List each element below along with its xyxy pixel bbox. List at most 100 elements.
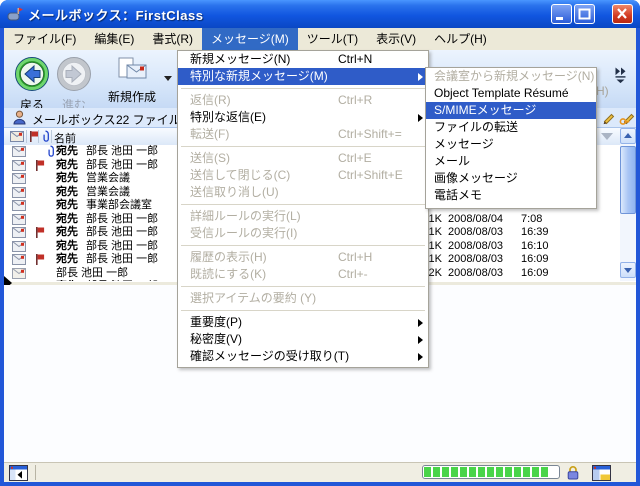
menu-message[interactable]: メッセージ(M) — [202, 28, 298, 50]
menu-item-mark-as-read: 既読にする(K) Ctrl+- — [178, 266, 428, 283]
message-time: 16:10 — [521, 240, 549, 253]
menu-item-label: 特別な返信(E) — [190, 110, 266, 124]
envelope-icon — [12, 214, 26, 225]
submenu-item-phone-memo[interactable]: 電話メモ — [426, 187, 596, 204]
menu-edit[interactable]: 編集(E) — [85, 28, 143, 50]
submenu-arrow-icon — [418, 73, 423, 81]
envelope-icon — [12, 268, 26, 279]
lock-icon — [566, 465, 580, 480]
menu-item-show-history: 履歴の表示(H) Ctrl+H — [178, 249, 428, 266]
envelope-icon — [12, 173, 26, 184]
forward-button: 進む — [54, 56, 94, 113]
menu-item-sensitivity[interactable]: 秘密度(V) — [178, 331, 428, 348]
message-time: 16:39 — [521, 226, 549, 239]
message-time: 7:08 — [521, 213, 542, 226]
recipient-label: 宛先 — [56, 253, 78, 266]
menu-item-run-receive-rules: 受信ルールの実行(I) — [178, 225, 428, 242]
menu-item-new-message[interactable]: 新規メッセージ(N) Ctrl+N — [178, 51, 428, 68]
flag-icon — [35, 227, 45, 238]
mailbox-icon — [7, 6, 23, 22]
recipient-label: 宛先 — [56, 226, 78, 239]
menu-item-label: 送信取り消し(U) — [190, 185, 279, 199]
back-icon — [14, 56, 50, 92]
back-button[interactable]: 戻る — [12, 56, 52, 113]
maximize-button[interactable] — [574, 4, 595, 24]
new-message-button[interactable]: 新規作成 — [104, 56, 160, 105]
menu-item-label: 確認メッセージの受け取り(T) — [190, 349, 349, 363]
sort-dropdown-icon[interactable] — [601, 133, 613, 140]
menubar: ファイル(F)編集(E)書式(R)メッセージ(M)ツール(T)表示(V)ヘルプ(… — [4, 28, 636, 50]
menu-item-label: 履歴の表示(H) — [190, 250, 267, 264]
recipient-label: 宛先 — [56, 213, 78, 226]
message-time: 16:09 — [521, 253, 549, 266]
edit-signed-pencil-icon[interactable] — [619, 110, 636, 125]
submenu-item-object-template-resume[interactable]: Object Template Résumé — [426, 85, 596, 102]
attachment-column-icon[interactable] — [41, 130, 50, 143]
message-date: 2008/08/03 — [448, 240, 503, 253]
envelope-icon — [12, 200, 26, 211]
menu-item-summarize-selected: 選択アイテムの要約 (Y) — [178, 290, 428, 307]
submenu-item-image-message[interactable]: 画像メッセージ — [426, 170, 596, 187]
name-column-header[interactable]: 名前 — [54, 130, 76, 146]
message-time: 16:09 — [521, 267, 549, 280]
submenu-item-file-transfer[interactable]: ファイルの転送 — [426, 119, 596, 136]
statusbar — [4, 462, 636, 482]
menu-item-shortcut: Ctrl+Shift+= — [338, 126, 402, 143]
message-name: 営業会議 — [86, 172, 130, 185]
menu-item-special-new-message[interactable]: 特別な新規メッセージ(M) — [178, 68, 428, 85]
message-name: 部長 池田 一郎 — [56, 267, 128, 280]
menu-item-label: 会議室から新規メッセージ(N) — [434, 69, 594, 83]
menu-item-shortcut: Ctrl+R — [338, 92, 372, 109]
envelope-icon — [12, 254, 26, 265]
toggle-pane-icon[interactable] — [9, 465, 28, 481]
recipient-label: 宛先 — [56, 145, 78, 158]
close-button[interactable] — [612, 4, 633, 24]
menu-item-label: ファイルの転送 — [434, 120, 518, 134]
menu-separator — [178, 307, 428, 314]
layout-icon[interactable] — [592, 465, 611, 481]
special-new-message-submenu: 会議室から新規メッセージ(N) Object Template Résumé S… — [425, 67, 597, 209]
submenu-item-message[interactable]: メッセージ — [426, 136, 596, 153]
menu-help[interactable]: ヘルプ(H) — [425, 28, 496, 50]
menu-view[interactable]: 表示(V) — [367, 28, 425, 50]
menu-item-label: 既読にする(K) — [190, 267, 266, 281]
menu-file[interactable]: ファイル(F) — [4, 28, 85, 50]
column-separator — [51, 130, 52, 143]
menu-item-label: 特別な新規メッセージ(M) — [190, 69, 328, 83]
forward-icon — [56, 56, 92, 92]
submenu-arrow-icon — [418, 353, 423, 361]
menu-item-label: メール — [434, 154, 470, 168]
menu-item-label: 重要度(P) — [190, 315, 242, 329]
infobar-title: メールボックス — [32, 111, 116, 128]
menu-separator — [178, 242, 428, 249]
column-separator — [38, 130, 39, 143]
menu-item-label: 転送(F) — [190, 127, 229, 141]
menu-item-special-reply[interactable]: 特別な返信(E) — [178, 109, 428, 126]
toolbar-overflow-chevron-icon[interactable] — [614, 66, 628, 89]
submenu-item-mail[interactable]: メール — [426, 153, 596, 170]
menu-item-label: 電話メモ — [434, 188, 482, 202]
menu-item-priority[interactable]: 重要度(P) — [178, 314, 428, 331]
menu-separator — [178, 143, 428, 150]
menu-tools[interactable]: ツール(T) — [298, 28, 367, 50]
submenu-item-smime-message[interactable]: S/MIMEメッセージ — [426, 102, 596, 119]
message-date: 2008/08/04 — [448, 213, 503, 226]
menu-item-shortcut: Ctrl+N — [338, 51, 372, 68]
scroll-up-button[interactable] — [620, 128, 636, 144]
scroll-up-icon — [624, 133, 632, 138]
scroll-down-button[interactable] — [620, 262, 636, 278]
recipient-label: 宛先 — [56, 186, 78, 199]
menu-item-shortcut: Ctrl+Shift+E — [338, 167, 403, 184]
minimize-button[interactable] — [551, 4, 572, 24]
list-scrollbar[interactable] — [620, 128, 636, 281]
menu-format[interactable]: 書式(R) — [143, 28, 202, 50]
menu-item-receipt[interactable]: 確認メッセージの受け取り(T) — [178, 348, 428, 365]
envelope-column-icon[interactable] — [10, 131, 24, 142]
menu-item-run-advanced-rules: 詳細ルールの実行(L) — [178, 208, 428, 225]
new-message-icon — [116, 56, 148, 84]
message-date: 2008/08/03 — [448, 267, 503, 280]
new-message-dropdown-arrow[interactable] — [164, 76, 172, 81]
edit-pencil-icon[interactable] — [601, 110, 616, 125]
titlebar[interactable]: メールボックス：FirstClass — [0, 0, 640, 28]
scrollbar-thumb[interactable] — [620, 146, 636, 214]
